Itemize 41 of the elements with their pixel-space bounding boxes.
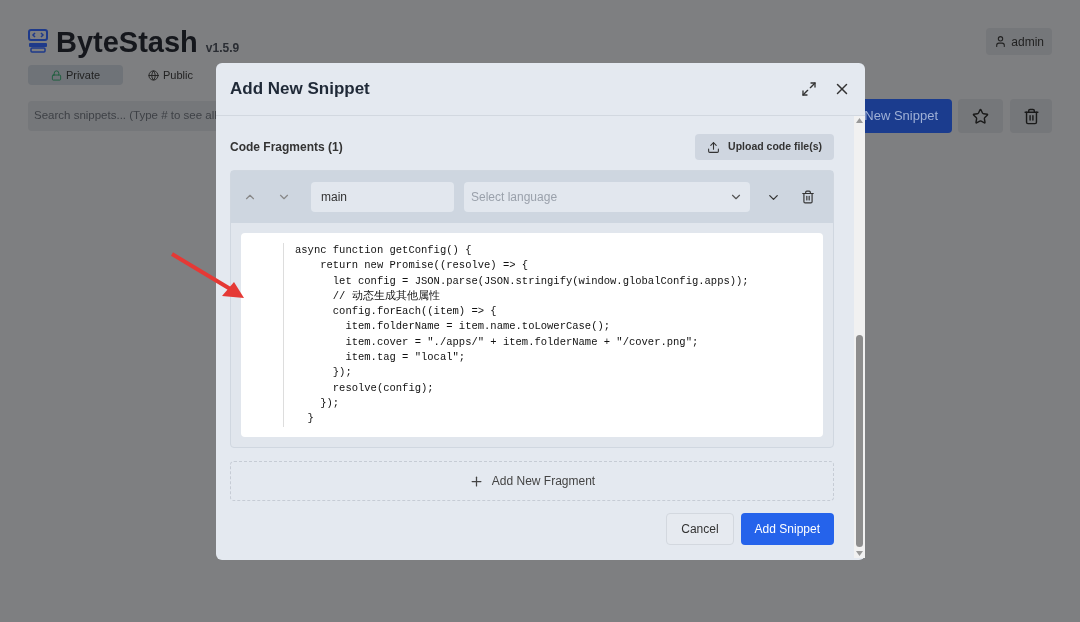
favorites-button[interactable] xyxy=(958,99,1003,133)
new-snippet-button[interactable]: New Snippet xyxy=(864,99,952,133)
user-button[interactable]: admin xyxy=(986,28,1052,55)
code-line: } xyxy=(306,411,315,427)
logo-icon xyxy=(28,29,48,53)
code-line: }); xyxy=(331,365,353,381)
star-icon xyxy=(972,107,989,125)
globe-icon xyxy=(148,69,159,81)
dialog-title: Add New Snippet xyxy=(230,78,370,101)
trash-icon xyxy=(1022,107,1040,125)
visibility-tab[interactable]: Private xyxy=(28,65,123,85)
code-line: config.forEach((item) => { xyxy=(331,304,498,320)
plus-icon xyxy=(468,473,484,489)
upload-icon xyxy=(707,140,721,154)
code-line: item.folderName = item.name.toLowerCase(); xyxy=(344,319,612,335)
scroll-down-icon[interactable] xyxy=(856,551,863,556)
app-title: ByteStash xyxy=(56,28,198,57)
code-editor[interactable] xyxy=(241,233,823,437)
lock-icon xyxy=(50,69,62,81)
code-line: let config = JSON.parse(JSON.stringify(window.globalConfig.apps)); xyxy=(331,273,749,289)
version-label: v1.5.9 xyxy=(205,40,240,57)
add-fragment-button[interactable]: Add New Fragment xyxy=(230,461,834,501)
scrollbar[interactable] xyxy=(854,116,865,558)
code-line: item.cover = "./apps/" + item.folderName + "/cover.png"; xyxy=(344,334,700,350)
expand-icon[interactable] xyxy=(801,81,817,97)
add-snippet-button[interactable]: Add Snippet xyxy=(740,513,834,545)
code-line: // 动态生成其他属性 xyxy=(331,288,441,304)
code-line: item.tag = "local"; xyxy=(344,350,467,366)
section-title: Code Fragments (1) xyxy=(230,139,343,156)
delete-fragment-icon[interactable] xyxy=(801,190,815,204)
fragment-name-field[interactable]: main xyxy=(311,182,454,212)
cancel-button[interactable]: Cancel xyxy=(666,513,734,545)
scroll-up-icon[interactable] xyxy=(856,118,863,123)
code-line: return new Promise((resolve) => { xyxy=(319,258,530,274)
delete-button[interactable] xyxy=(1010,99,1052,133)
code-line: }); xyxy=(319,395,341,411)
code-line: async function getConfig() { xyxy=(295,243,473,258)
code-line: resolve(config); xyxy=(331,380,435,396)
visibility-tab[interactable]: Public xyxy=(123,65,218,85)
user-icon xyxy=(994,35,1008,48)
upload-button[interactable]: Upload code file(s) xyxy=(695,134,834,160)
